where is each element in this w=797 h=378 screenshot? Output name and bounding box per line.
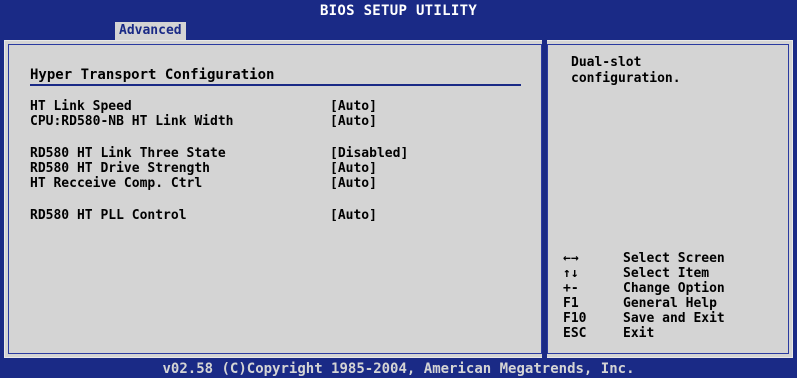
key-row-select-item: ↑↓ Select Item	[563, 266, 783, 281]
bios-screen: BIOS SETUP UTILITY Advanced Hyper Transp…	[0, 0, 797, 378]
key-desc: Select Screen	[623, 251, 725, 266]
top-bar: BIOS SETUP UTILITY Advanced	[0, 0, 797, 40]
key-desc: General Help	[623, 296, 717, 311]
key-desc: Save and Exit	[623, 311, 725, 326]
key-row-select-screen: ←→ Select Screen	[563, 251, 783, 266]
setting-label: HT Recceive Comp. Ctrl	[30, 176, 203, 191]
key-label: F1	[563, 296, 579, 311]
setting-label: RD580 HT Drive Strength	[30, 161, 211, 176]
setting-label: CPU:RD580-NB HT Link Width	[30, 114, 234, 129]
section-divider	[30, 84, 521, 86]
setting-ht-link-width[interactable]: CPU:RD580-NB HT Link Width [Auto]	[30, 114, 520, 129]
setting-value[interactable]: [Auto]	[330, 176, 377, 191]
key-row-exit: ESC Exit	[563, 326, 783, 341]
key-label: +-	[563, 281, 579, 296]
bios-title: BIOS SETUP UTILITY	[319, 3, 478, 19]
setting-ht-receive-comp[interactable]: HT Recceive Comp. Ctrl [Auto]	[30, 176, 520, 191]
help-text: Dual-slot configuration.	[571, 55, 681, 86]
up-down-arrows-icon: ↑↓	[563, 266, 579, 281]
copyright-footer: v02.58 (C)Copyright 1985-2004, American …	[0, 360, 797, 378]
setting-label: RD580 HT Link Three State	[30, 146, 226, 161]
section-title: Hyper Transport Configuration	[30, 67, 275, 83]
key-desc: Select Item	[623, 266, 710, 281]
setting-value[interactable]: [Auto]	[330, 161, 377, 176]
settings-panel	[8, 44, 542, 354]
setting-value[interactable]: [Auto]	[330, 99, 377, 114]
setting-ht-pll-control[interactable]: RD580 HT PLL Control [Auto]	[30, 208, 520, 223]
setting-value[interactable]: [Auto]	[330, 208, 377, 223]
tab-advanced[interactable]: Advanced	[115, 22, 186, 40]
key-label: ESC	[563, 326, 587, 341]
setting-ht-drive-strength[interactable]: RD580 HT Drive Strength [Auto]	[30, 161, 520, 176]
key-row-change-option: +- Change Option	[563, 281, 783, 296]
left-right-arrows-icon: ←→	[563, 251, 579, 266]
key-row-save-exit: F10 Save and Exit	[563, 311, 783, 326]
key-row-general-help: F1 General Help	[563, 296, 783, 311]
setting-label: HT Link Speed	[30, 99, 132, 114]
key-desc: Exit	[623, 326, 655, 341]
setting-value[interactable]: [Disabled]	[330, 146, 408, 161]
key-legend: ←→ Select Screen ↑↓ Select Item +- Chang…	[563, 251, 783, 341]
setting-value[interactable]: [Auto]	[330, 114, 377, 129]
setting-label: RD580 HT PLL Control	[30, 208, 187, 223]
setting-ht-link-three-state[interactable]: RD580 HT Link Three State [Disabled]	[30, 146, 520, 161]
setting-ht-link-speed[interactable]: HT Link Speed [Auto]	[30, 99, 520, 114]
key-label: F10	[563, 311, 587, 326]
key-desc: Change Option	[623, 281, 725, 296]
